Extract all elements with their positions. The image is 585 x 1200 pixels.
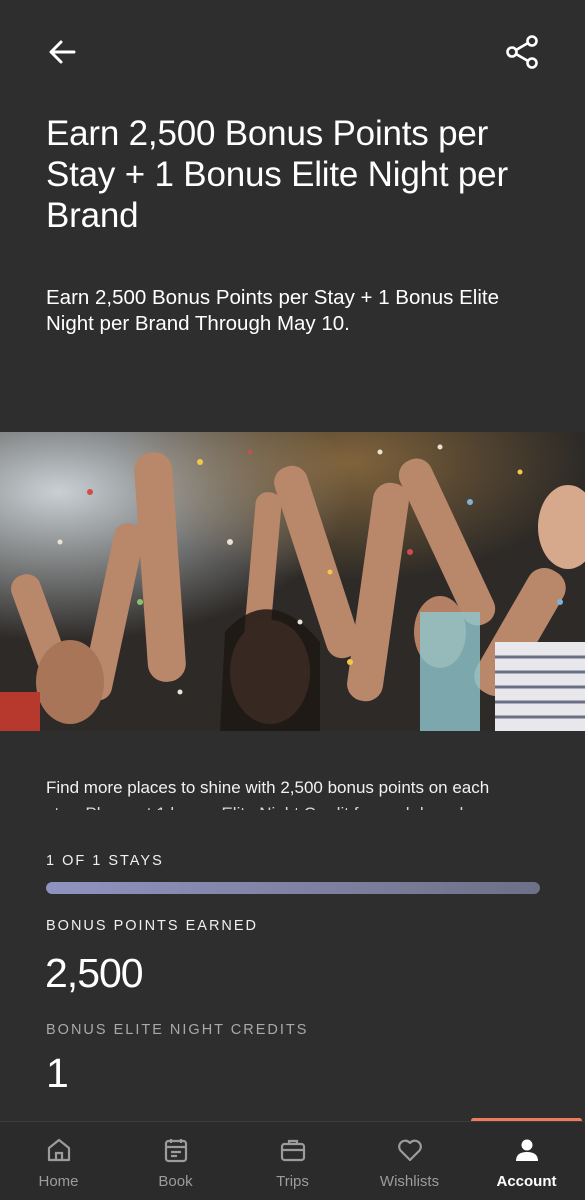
bottom-tab-bar: Home Book Trips Wishlists Account	[0, 1121, 585, 1200]
heart-icon	[397, 1139, 422, 1162]
hero-image	[0, 432, 585, 731]
bonus-points-label: BONUS POINTS EARNED	[46, 918, 259, 934]
offer-description-continued: stay. Plus, get 1 bonus Elite Night Cred…	[46, 803, 546, 810]
offer-description: Find more places to shine with 2,500 bon…	[46, 778, 490, 797]
tab-home[interactable]: Home	[0, 1122, 117, 1200]
tab-account[interactable]: Account	[468, 1122, 585, 1200]
arrow-left-icon	[49, 40, 76, 64]
bonus-points-value: 2,500	[45, 950, 144, 996]
tab-book[interactable]: Book	[117, 1122, 234, 1200]
tab-account-label: Account	[496, 1173, 557, 1190]
person-icon	[515, 1139, 538, 1161]
top-bar	[0, 0, 585, 100]
elite-night-label: BONUS ELITE NIGHT CREDITS	[46, 1022, 309, 1038]
tab-book-label: Book	[158, 1173, 193, 1190]
share-button[interactable]	[503, 34, 541, 70]
stays-progress-fill	[46, 882, 540, 894]
share-icon	[506, 35, 538, 69]
tab-trips[interactable]: Trips	[234, 1122, 351, 1200]
offer-subtitle: Earn 2,500 Bonus Points per Stay + 1 Bon…	[46, 286, 499, 335]
back-button[interactable]	[44, 36, 80, 68]
stays-progress-bar	[46, 882, 540, 894]
stays-progress-label: 1 OF 1 STAYS	[46, 853, 164, 869]
tab-wishlists[interactable]: Wishlists	[351, 1122, 468, 1200]
home-icon	[47, 1138, 70, 1162]
calendar-icon	[164, 1139, 187, 1163]
elite-night-value: 1	[46, 1050, 69, 1096]
offer-title: Earn 2,500 Bonus Points per Stay + 1 Bon…	[46, 114, 508, 235]
tab-trips-label: Trips	[276, 1173, 309, 1190]
tab-home-label: Home	[38, 1173, 79, 1190]
tab-wishlists-label: Wishlists	[379, 1173, 440, 1190]
briefcase-icon	[280, 1139, 305, 1162]
